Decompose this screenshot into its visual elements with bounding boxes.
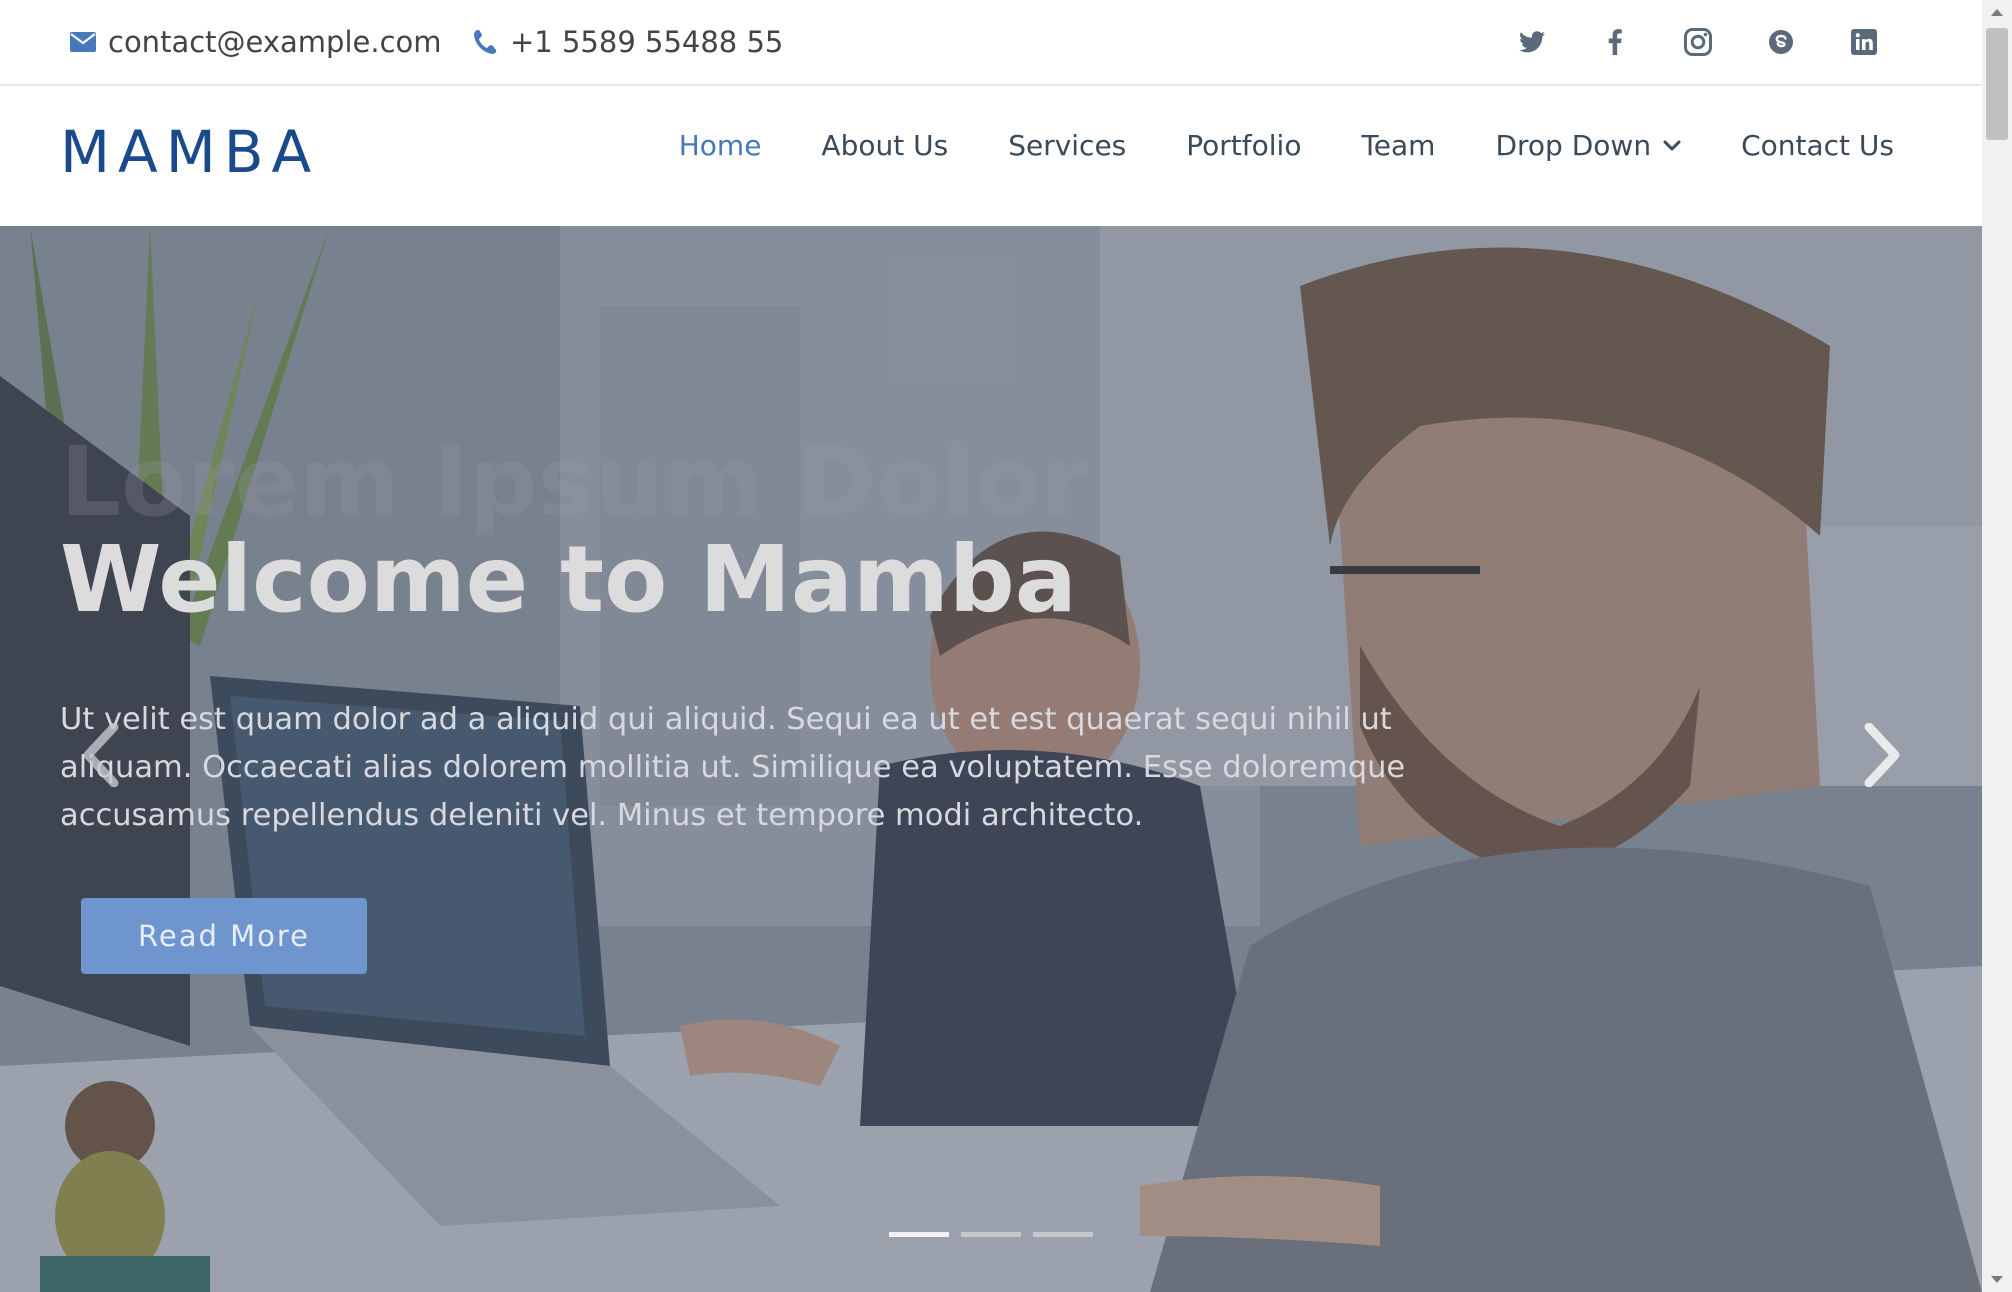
twitter-icon[interactable]	[1512, 22, 1552, 62]
read-more-button[interactable]: Read More	[81, 898, 367, 974]
page: contact@example.com +1 5589 55488 55 MAM…	[0, 0, 1982, 1292]
hero-description: Ut velit est quam dolor ad a aliquid qui…	[60, 702, 1406, 833]
scroll-up-arrow-icon[interactable]	[1982, 0, 2012, 24]
nav-item-portfolio[interactable]: Portfolio	[1186, 129, 1301, 162]
contact-phone[interactable]: +1 5589 55488 55	[470, 22, 783, 62]
site-logo[interactable]: MAMBA	[60, 118, 319, 186]
instagram-icon[interactable]	[1678, 22, 1718, 62]
nav-item-services[interactable]: Services	[1008, 129, 1126, 162]
chevron-right-icon	[1864, 723, 1900, 787]
nav-item-label: Home	[678, 129, 762, 162]
carousel-indicator-2[interactable]	[961, 1232, 1021, 1237]
page-scrollbar[interactable]	[1982, 0, 2012, 1292]
linkedin-icon[interactable]	[1844, 22, 1884, 62]
hero-title: Welcome to Mamba	[60, 526, 1077, 633]
phone-icon	[470, 27, 500, 57]
hero-carousel: Lorem Ipsum Dolor Welcome to Mamba Ut ve…	[0, 226, 1982, 1292]
contact-email[interactable]: contact@example.com	[68, 22, 442, 62]
contact-phone-text: +1 5589 55488 55	[510, 25, 784, 59]
chevron-left-icon	[83, 723, 119, 787]
nav-item-contact-us[interactable]: Contact Us	[1741, 129, 1894, 162]
nav-item-team[interactable]: Team	[1361, 129, 1435, 162]
site-header: MAMBA Home About Us Services Portfolio T…	[0, 86, 1982, 226]
nav-item-label: About Us	[821, 129, 949, 162]
scrollbar-thumb[interactable]	[1986, 28, 2008, 140]
facebook-icon[interactable]	[1595, 22, 1635, 62]
nav-item-label: Portfolio	[1186, 129, 1302, 162]
nav-item-home[interactable]: Home	[679, 129, 762, 162]
social-links	[1469, 22, 1884, 62]
nav-item-about-us[interactable]: About Us	[821, 129, 948, 162]
nav-item-label: Drop Down	[1495, 129, 1652, 162]
carousel-indicators	[889, 1232, 1105, 1237]
carousel-indicator-1[interactable]	[889, 1232, 949, 1237]
nav-item-label: Contact Us	[1741, 129, 1894, 162]
envelope-icon	[68, 27, 98, 57]
nav-item-label: Services	[1008, 129, 1127, 162]
carousel-indicator-3[interactable]	[1033, 1232, 1093, 1237]
nav-item-drop-down[interactable]: Drop Down	[1495, 129, 1681, 162]
top-bar: contact@example.com +1 5589 55488 55	[0, 0, 1982, 86]
chevron-down-icon	[1663, 137, 1681, 155]
ghost-slide-title: Lorem Ipsum Dolor	[60, 426, 1089, 538]
skype-icon[interactable]	[1761, 22, 1801, 62]
contact-email-text: contact@example.com	[108, 25, 442, 59]
carousel-prev-button[interactable]	[70, 720, 130, 790]
main-nav: Home About Us Services Portfolio Team Dr…	[619, 129, 1894, 162]
scroll-down-arrow-icon[interactable]	[1982, 1268, 2012, 1292]
nav-item-label: Team	[1361, 129, 1436, 162]
carousel-next-button[interactable]	[1853, 720, 1913, 790]
